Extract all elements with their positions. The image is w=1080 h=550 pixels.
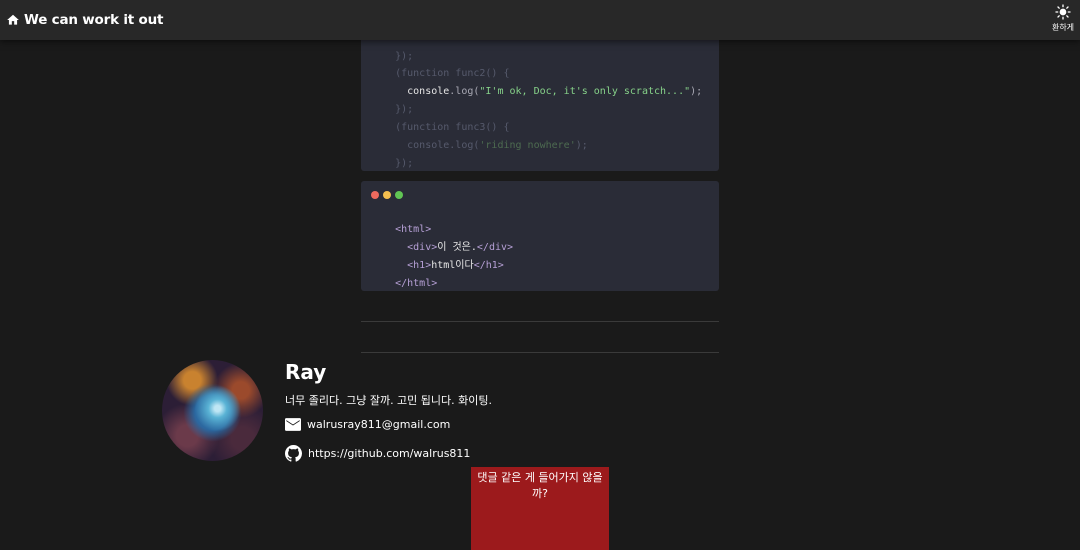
home-icon [7, 14, 19, 25]
theme-toggle-button[interactable]: 환하게 [1050, 4, 1076, 34]
email-text: walrusray811@gmail.com [307, 418, 451, 431]
code-block-html: <html> <div>이 것은.</div> <h1>html이다</h1> … [361, 181, 719, 291]
top-header: We can work it out 환하게 [0, 0, 1080, 40]
code-line: console.log("I'm ok, Doc, it's only scra… [371, 74, 702, 110]
home-link[interactable]: We can work it out [6, 10, 163, 30]
site-title: We can work it out [24, 12, 164, 28]
github-url-text: https://github.com/walrus811 [308, 447, 471, 460]
minimize-dot-icon [383, 191, 391, 199]
code-token: </h1> [473, 260, 504, 271]
email-link[interactable]: walrusray811@gmail.com [285, 418, 450, 431]
github-link[interactable]: https://github.com/walrus811 [285, 445, 470, 462]
code-token: .log( [449, 86, 480, 97]
code-token: html이다 [431, 260, 474, 271]
github-icon [285, 445, 302, 462]
code-token: ; [407, 158, 414, 169]
comments-placeholder: 댓글 같은 게 들어가지 않을까? [471, 467, 609, 550]
code-token: "I'm ok, Doc, it's only scratch..." [479, 86, 691, 97]
code-token: ); [575, 140, 588, 151]
comments-placeholder-text: 댓글 같은 게 들어가지 않을까? [477, 471, 603, 500]
maximize-dot-icon [395, 191, 403, 199]
author-avatar [162, 360, 263, 461]
author-name: Ray [285, 360, 327, 384]
close-dot-icon [371, 191, 379, 199]
code-line: </html> [371, 266, 437, 302]
code-token: 'riding nowhere' [479, 140, 576, 151]
window-controls [371, 191, 403, 199]
sun-icon [1055, 4, 1071, 20]
author-description: 너무 졸리다. 그냥 잘까. 고민 됩니다. 화이팅. [285, 394, 493, 407]
code-token: .log( [449, 140, 480, 151]
post-divider [361, 321, 719, 322]
code-token: }) [395, 158, 408, 169]
code-line: }); [371, 146, 413, 182]
theme-toggle-label: 환하게 [1051, 23, 1075, 32]
mail-icon [285, 418, 301, 431]
code-token: </html> [395, 278, 438, 289]
code-block-js: }); (function func2() { console.log("I'm… [361, 32, 719, 171]
bio-divider [361, 352, 719, 353]
code-token: ); [690, 86, 703, 97]
